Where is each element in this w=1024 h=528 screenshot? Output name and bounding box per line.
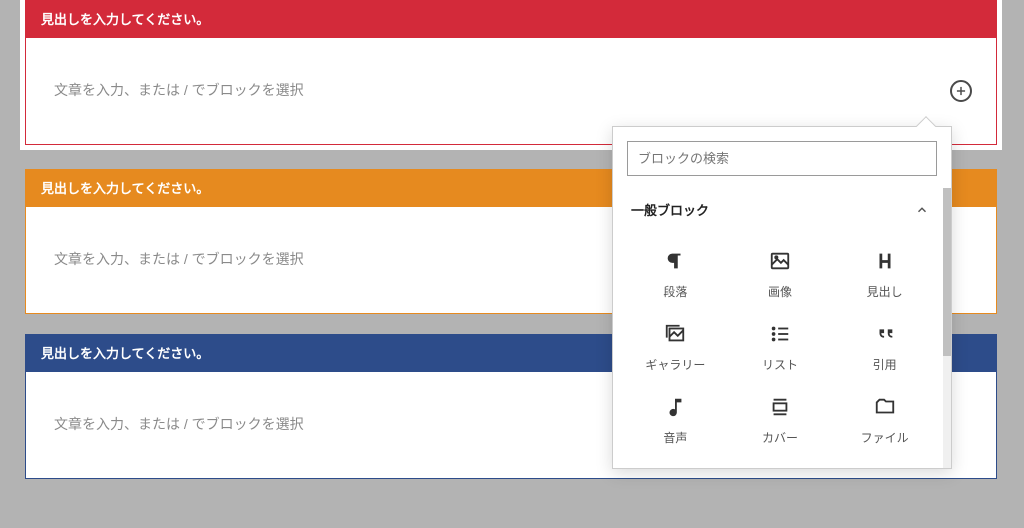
block-item-list[interactable]: リスト <box>728 310 833 381</box>
block-grid: 段落 画像 見出し ギャラリー リスト 引用 <box>613 231 951 468</box>
gallery-icon <box>664 323 686 345</box>
block-item-label: 段落 <box>663 283 687 300</box>
frame-block-red: 見出しを入力してください。 文章を入力、または / でブロックを選択 <box>25 0 997 145</box>
block-item-quote[interactable]: 引用 <box>832 310 937 381</box>
paragraph-icon <box>664 250 686 272</box>
block-item-label: カバー <box>762 429 798 446</box>
block-category-label: 一般ブロック <box>631 200 709 219</box>
block-item-label: 音声 <box>663 429 687 446</box>
block-item-label: 見出し <box>867 283 903 300</box>
block-inserter-popover: 一般ブロック 段落 画像 見出し ギャラリー リスト <box>612 126 952 469</box>
block-item-file[interactable]: ファイル <box>832 383 937 454</box>
popover-scrollbar-thumb[interactable] <box>943 188 951 356</box>
block-item-label: ギャラリー <box>645 356 705 373</box>
block-item-audio[interactable]: 音声 <box>623 383 728 454</box>
block-item-heading[interactable]: 見出し <box>832 237 937 308</box>
block-item-cover[interactable]: カバー <box>728 383 833 454</box>
frame-heading[interactable]: 見出しを入力してください。 <box>25 0 997 37</box>
heading-icon <box>874 250 896 272</box>
chevron-up-icon <box>915 203 929 217</box>
block-item-image[interactable]: 画像 <box>728 237 833 308</box>
block-item-label: ファイル <box>861 429 909 446</box>
quote-icon <box>874 323 896 345</box>
image-icon <box>769 250 791 272</box>
content-placeholder: 文章を入力、または / でブロックを選択 <box>54 416 304 432</box>
block-item-label: 引用 <box>873 356 897 373</box>
content-placeholder: 文章を入力、または / でブロックを選択 <box>54 251 304 267</box>
add-block-button[interactable] <box>950 80 972 102</box>
plus-circle-icon <box>954 84 968 98</box>
block-search-input[interactable] <box>627 141 937 176</box>
block-item-paragraph[interactable]: 段落 <box>623 237 728 308</box>
content-placeholder: 文章を入力、または / でブロックを選択 <box>54 82 304 98</box>
audio-icon <box>664 396 686 418</box>
list-icon <box>769 323 791 345</box>
cover-icon <box>769 396 791 418</box>
file-icon <box>874 396 896 418</box>
block-item-gallery[interactable]: ギャラリー <box>623 310 728 381</box>
block-item-label: リスト <box>762 356 798 373</box>
block-category-header[interactable]: 一般ブロック <box>613 188 951 231</box>
block-search-wrap <box>613 127 951 188</box>
popover-scrollbar[interactable] <box>943 188 951 468</box>
block-item-label: 画像 <box>768 283 792 300</box>
